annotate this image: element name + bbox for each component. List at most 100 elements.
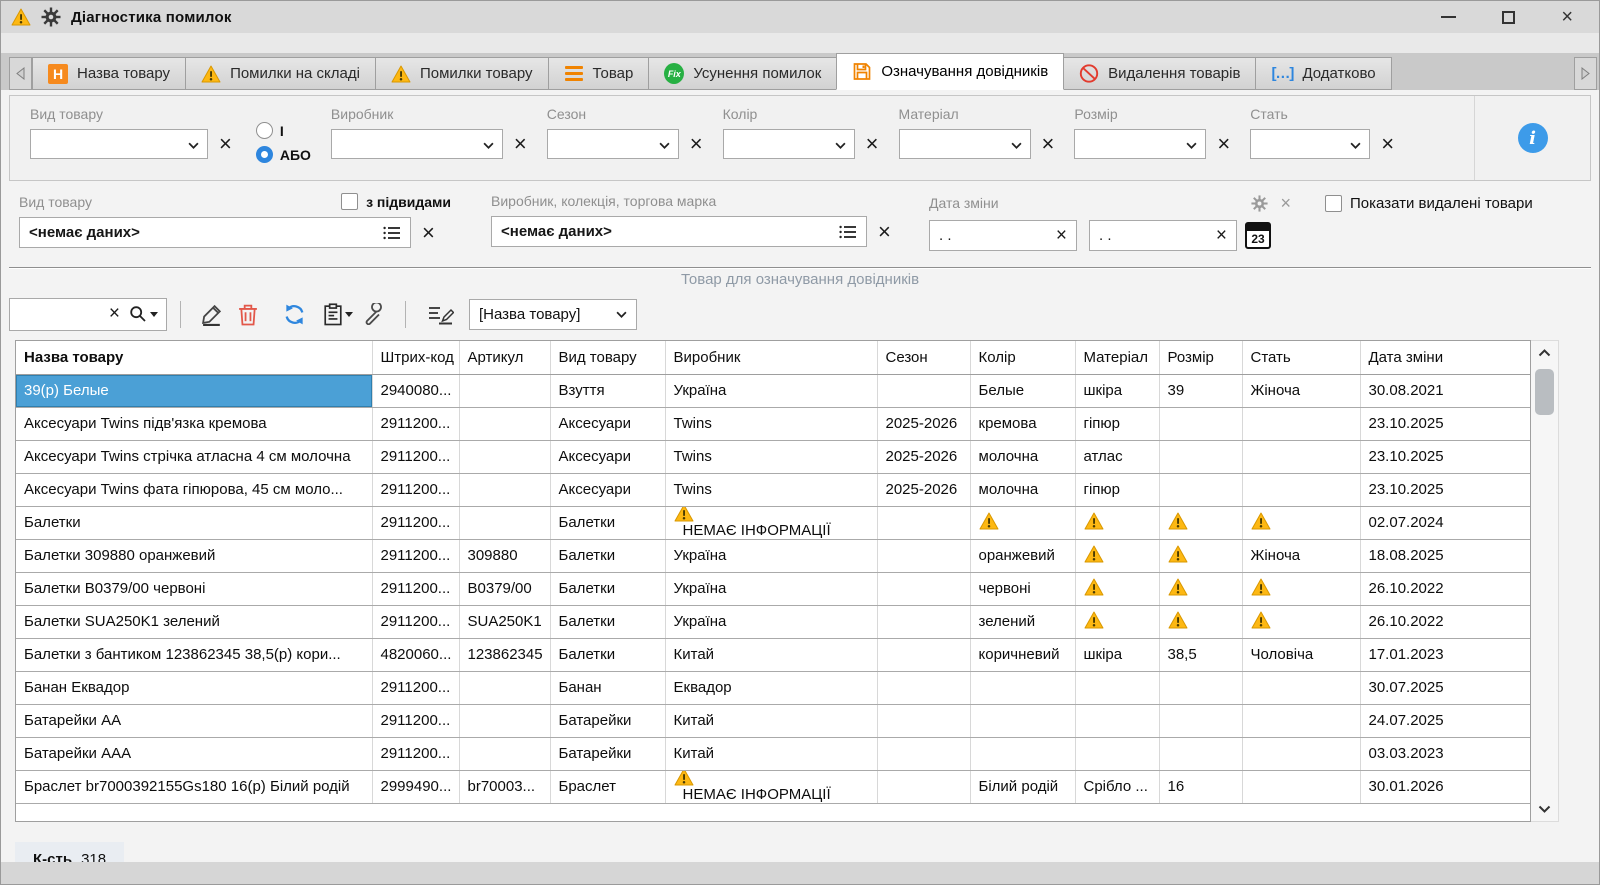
table-cell[interactable]: Аксесуари [550, 473, 665, 506]
table-cell[interactable]: 30.07.2025 [1360, 671, 1531, 704]
filter-select[interactable] [30, 129, 208, 159]
table-row[interactable]: Балетки2911200...БалеткиНЕМАЄ ІНФОРМАЦІЇ… [16, 506, 1531, 539]
column-header[interactable]: Матеріал [1075, 341, 1159, 374]
table-cell[interactable]: Жіноча [1242, 374, 1360, 407]
table-cell[interactable] [459, 407, 550, 440]
table-cell[interactable]: 4820060... [372, 638, 459, 671]
table-row[interactable]: Балетки з бантиком 123862345 38,5(р) кор… [16, 638, 1531, 671]
table-cell[interactable] [877, 770, 970, 803]
table-cell[interactable]: Україна [665, 374, 877, 407]
table-cell[interactable]: гіпюр [1075, 473, 1159, 506]
table-cell[interactable] [1159, 539, 1242, 572]
table-cell[interactable] [1242, 770, 1360, 803]
filter-select[interactable] [331, 129, 503, 159]
table-cell[interactable]: молочна [970, 473, 1075, 506]
table-cell[interactable] [1159, 605, 1242, 638]
table-cell[interactable] [1075, 572, 1159, 605]
table-cell[interactable] [1242, 506, 1360, 539]
table-cell[interactable]: Балетки [550, 572, 665, 605]
table-cell[interactable]: 2911200... [372, 671, 459, 704]
show-deleted-checkbox-group[interactable]: Показати видалені товари [1325, 195, 1533, 212]
table-cell[interactable]: 2911200... [372, 704, 459, 737]
table-cell[interactable] [1159, 440, 1242, 473]
table-cell[interactable]: Аксесуари Twins фата гіпюрова, 45 см мол… [16, 473, 372, 506]
table-cell[interactable] [1159, 506, 1242, 539]
table-cell[interactable]: Балетки [550, 539, 665, 572]
table-cell[interactable] [1159, 737, 1242, 770]
table-cell[interactable]: шкіра [1075, 638, 1159, 671]
table-cell[interactable] [1242, 671, 1360, 704]
tools-wrench-button[interactable] [356, 298, 392, 331]
table-cell[interactable]: Twins [665, 407, 877, 440]
table-cell[interactable]: Китай [665, 704, 877, 737]
filter-clear-button[interactable]: × [1217, 134, 1230, 154]
refresh-button[interactable] [276, 298, 312, 331]
info-icon[interactable]: i [1518, 123, 1548, 153]
table-cell[interactable]: Балетки SUA250K1 зелений [16, 605, 372, 638]
table-cell[interactable] [877, 605, 970, 638]
table-cell[interactable]: коричневий [970, 638, 1075, 671]
table-cell[interactable]: Балетки з бантиком 123862345 38,5(р) кор… [16, 638, 372, 671]
column-header[interactable]: Розмір [1159, 341, 1242, 374]
table-row[interactable]: Балетки 309880 оранжевий2911200...309880… [16, 539, 1531, 572]
filter-select[interactable] [723, 129, 855, 159]
table-cell[interactable]: 23.10.2025 [1360, 473, 1531, 506]
table-cell[interactable] [1159, 473, 1242, 506]
tab-3[interactable]: Помилки товару [375, 57, 549, 90]
table-cell[interactable]: кремова [970, 407, 1075, 440]
table-cell[interactable]: молочна [970, 440, 1075, 473]
table-cell[interactable]: 02.07.2024 [1360, 506, 1531, 539]
table-cell[interactable]: SUA250K1 [459, 605, 550, 638]
table-cell[interactable] [1159, 671, 1242, 704]
table-cell[interactable]: Аксесуари [550, 440, 665, 473]
table-cell[interactable]: 39 [1159, 374, 1242, 407]
table-cell[interactable]: Батарейки [550, 704, 665, 737]
table-cell[interactable]: 2911200... [372, 572, 459, 605]
radio-option-І[interactable]: І [256, 122, 311, 139]
tab-6[interactable]: Означування довідників [836, 53, 1064, 90]
table-cell[interactable]: оранжевий [970, 539, 1075, 572]
manufacturer-filter-input[interactable]: <немає даних> [491, 216, 867, 247]
table-cell[interactable]: B0379/00 [459, 572, 550, 605]
tab-5[interactable]: FixУсунення помилок [648, 57, 837, 90]
column-header[interactable]: Дата зміни [1360, 341, 1531, 374]
table-cell[interactable]: 39(р) Белые [16, 374, 372, 407]
column-header[interactable]: Назва товару [16, 341, 372, 374]
table-cell[interactable]: шкіра [1075, 374, 1159, 407]
column-header[interactable]: Вид товару [550, 341, 665, 374]
table-cell[interactable] [877, 704, 970, 737]
table-cell[interactable]: Банан Еквадор [16, 671, 372, 704]
table-cell[interactable]: Балетки [550, 638, 665, 671]
table-row[interactable]: 39(р) Белые2940080...ВзуттяУкраїнаБелыеш… [16, 374, 1531, 407]
table-cell[interactable]: атлас [1075, 440, 1159, 473]
table-cell[interactable] [970, 704, 1075, 737]
table-cell[interactable]: 123862345 [459, 638, 550, 671]
table-cell[interactable] [1242, 407, 1360, 440]
table-cell[interactable]: 30.01.2026 [1360, 770, 1531, 803]
table-cell[interactable]: Twins [665, 473, 877, 506]
column-header[interactable]: Артикул [459, 341, 550, 374]
table-cell[interactable]: Білий родій [970, 770, 1075, 803]
date-settings-gear-icon[interactable] [1251, 195, 1268, 212]
table-cell[interactable]: 38,5 [1159, 638, 1242, 671]
vertical-scrollbar[interactable] [1531, 340, 1559, 822]
table-cell[interactable]: Twins [665, 440, 877, 473]
table-cell[interactable] [1159, 704, 1242, 737]
filter-select[interactable] [1074, 129, 1206, 159]
table-cell[interactable] [877, 737, 970, 770]
table-cell[interactable]: 2025-2026 [877, 473, 970, 506]
table-row[interactable]: Аксесуари Twins стрічка атласна 4 см мол… [16, 440, 1531, 473]
table-cell[interactable]: Балетки 309880 оранжевий [16, 539, 372, 572]
table-cell[interactable]: Україна [665, 605, 877, 638]
tabs-scroll-left-button[interactable] [9, 57, 32, 90]
table-cell[interactable] [1242, 572, 1360, 605]
table-cell[interactable] [1075, 605, 1159, 638]
table-cell[interactable]: НЕМАЄ ІНФОРМАЦІЇ [665, 506, 877, 539]
table-row[interactable]: Аксесуари Twins підв'язка кремова2911200… [16, 407, 1531, 440]
table-cell[interactable]: Балетки [550, 506, 665, 539]
filter-clear-button[interactable]: × [1381, 134, 1394, 154]
maximize-button[interactable] [1502, 11, 1515, 24]
table-cell[interactable] [1075, 539, 1159, 572]
column-header[interactable]: Штрих-код [372, 341, 459, 374]
table-cell[interactable]: гіпюр [1075, 407, 1159, 440]
